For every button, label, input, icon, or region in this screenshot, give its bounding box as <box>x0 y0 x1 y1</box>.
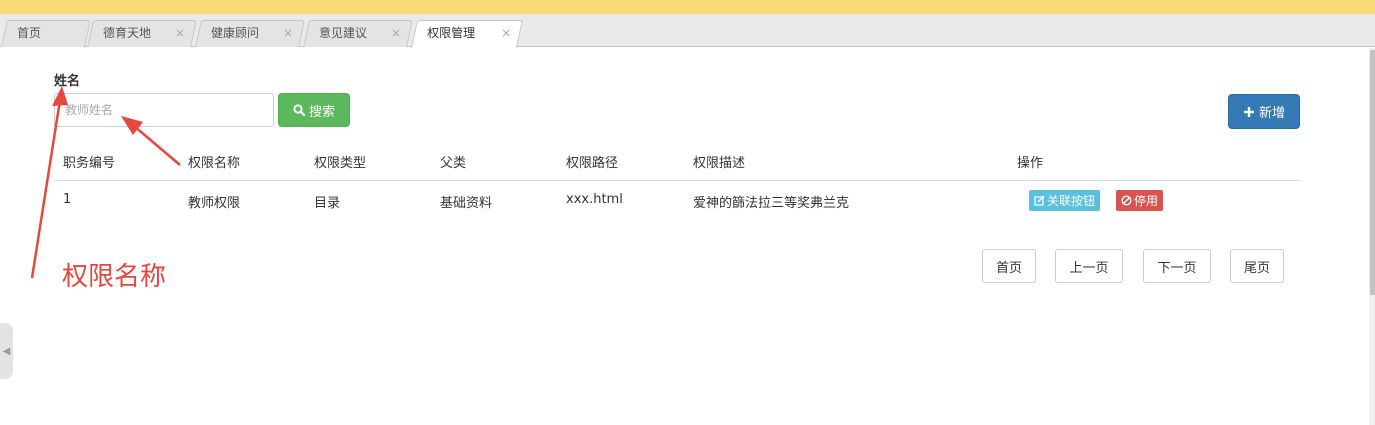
column-header: 职务编号 <box>63 156 116 171</box>
tab-moral-education[interactable]: 德育天地 × <box>87 20 197 47</box>
tab-label: 首页 <box>17 26 42 40</box>
ban-icon <box>1121 195 1132 206</box>
cell-type: 目录 <box>314 196 341 211</box>
next-page-button[interactable]: 下一页 <box>1143 249 1211 283</box>
column-header: 父类 <box>440 156 467 171</box>
close-icon[interactable]: × <box>175 21 185 46</box>
name-label: 姓名 <box>54 74 81 89</box>
first-page-button[interactable]: 首页 <box>982 249 1036 283</box>
prev-page-button[interactable]: 上一页 <box>1055 249 1123 283</box>
add-button[interactable]: 新增 <box>1228 94 1300 129</box>
disable-button[interactable]: 停用 <box>1116 190 1164 211</box>
tab-health-advisor[interactable]: 健康顾问 × <box>195 20 305 47</box>
column-header: 权限名称 <box>188 156 241 171</box>
collapse-sidebar-handle[interactable]: ◀ <box>0 323 13 379</box>
cell-name: 教师权限 <box>188 196 241 211</box>
close-icon[interactable]: × <box>501 21 511 46</box>
tab-label: 权限管理 <box>427 26 476 40</box>
tab-home[interactable]: 首页 <box>1 20 91 47</box>
add-button-label: 新增 <box>1258 106 1285 121</box>
column-header: 权限路径 <box>566 156 619 171</box>
annotation-label: 权限名称 <box>62 262 167 292</box>
disable-label: 停用 <box>1134 194 1159 208</box>
cell-id: 1 <box>63 192 72 207</box>
table-row: 1 教师权限 目录 基础资料 xxx.html 爱神的篩法拉三等奖弗兰克 关联按… <box>54 181 1300 219</box>
close-icon[interactable]: × <box>391 21 401 46</box>
tab-label: 德育天地 <box>103 26 152 40</box>
cell-description: 爱神的篩法拉三等奖弗兰克 <box>693 196 850 211</box>
column-header: 权限类型 <box>314 156 367 171</box>
tab-permission-management[interactable]: 权限管理 × <box>411 20 523 48</box>
search-button[interactable]: 搜索 <box>278 93 350 127</box>
search-icon <box>293 104 305 116</box>
link-buttons-button[interactable]: 关联按钮 <box>1029 190 1101 211</box>
chevron-left-icon: ◀ <box>2 345 11 357</box>
top-banner <box>0 0 1375 14</box>
tab-suggestions[interactable]: 意见建议 × <box>303 20 413 47</box>
search-button-label: 搜索 <box>308 104 335 120</box>
scrollbar-thumb[interactable] <box>1370 50 1375 295</box>
cell-path: xxx.html <box>566 192 623 207</box>
column-header: 操作 <box>1017 156 1044 171</box>
tab-label: 健康顾问 <box>211 26 260 40</box>
plus-icon <box>1243 106 1254 117</box>
tab-label: 意见建议 <box>319 26 368 40</box>
name-search-input[interactable] <box>54 93 274 127</box>
cell-parent: 基础资料 <box>440 196 493 211</box>
close-icon[interactable]: × <box>283 21 293 46</box>
edit-icon <box>1034 195 1045 206</box>
last-page-button[interactable]: 尾页 <box>1230 249 1284 283</box>
tab-strip: 首页 德育天地 × 健康顾问 × 意见建议 × 权限管理 × <box>0 14 1375 48</box>
column-header: 权限描述 <box>693 156 746 171</box>
main-content: 姓名 搜索 新增 职务编号 权限名称 权限类型 父类 权限路径 权限描述 操作 … <box>0 48 1369 425</box>
link-buttons-label: 关联按钮 <box>1047 194 1096 208</box>
table-header: 职务编号 权限名称 权限类型 父类 权限路径 权限描述 操作 <box>54 148 1300 181</box>
